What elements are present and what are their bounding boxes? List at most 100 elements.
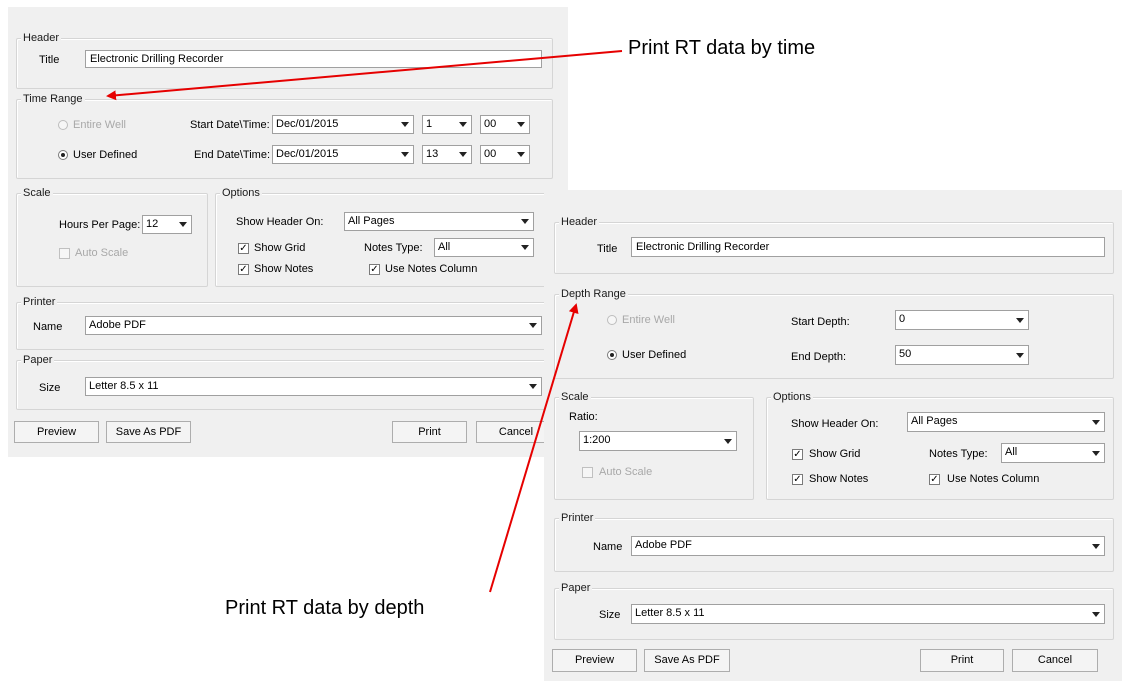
notes-type-select[interactable]: All [1001,443,1105,463]
save-as-pdf-button[interactable]: Save As PDF [106,421,191,443]
end-depth-select[interactable]: 50 [895,345,1029,365]
start-date-select[interactable]: Dec/01/2015 [272,115,414,134]
notes-type-label: Notes Type: [929,448,988,460]
chevron-down-icon[interactable] [1013,347,1027,363]
chevron-down-icon[interactable] [526,379,540,394]
paper-size-value: Letter 8.5 x 11 [635,607,705,619]
printer-legend: Printer [559,512,596,525]
show-header-on-select[interactable]: All Pages [907,412,1105,432]
depth-range-group: Depth Range Entire Well User Defined Sta… [554,288,1114,379]
options-legend: Options [220,187,262,200]
chevron-down-icon[interactable] [514,147,528,162]
chevron-down-icon[interactable] [1089,445,1103,461]
radio-selected-dot [61,153,65,157]
chevron-down-icon[interactable] [456,117,470,132]
use-notes-column-checkbox[interactable]: ✓ [929,474,940,485]
chevron-down-icon[interactable] [1089,606,1103,622]
time-range-group: Time Range Entire Well User Defined Star… [16,93,553,179]
notes-type-select[interactable]: All [434,238,534,257]
chevron-down-icon[interactable] [526,318,540,333]
header-legend: Header [559,216,600,229]
chevron-down-icon[interactable] [398,117,412,132]
show-notes-checkbox[interactable]: ✓ [792,474,803,485]
title-input[interactable]: Electronic Drilling Recorder [631,237,1105,257]
preview-button[interactable]: Preview [14,421,99,443]
notes-type-value: All [438,241,451,253]
start-minute-select[interactable]: 00 [480,115,530,134]
user-defined-label: User Defined [622,349,687,361]
print-button[interactable]: Print [920,649,1004,672]
hours-per-page-select[interactable]: 12 [142,215,192,234]
paper-size-select[interactable]: Letter 8.5 x 11 [631,604,1105,624]
entire-well-radio[interactable] [58,120,68,130]
auto-scale-checkbox[interactable] [59,248,70,259]
end-depth-label: End Depth: [791,351,847,363]
save-as-pdf-button[interactable]: Save As PDF [644,649,730,672]
printer-select[interactable]: Adobe PDF [631,536,1105,556]
time-range-legend: Time Range [21,93,85,106]
chevron-down-icon[interactable] [518,214,532,229]
title-input[interactable]: Electronic Drilling Recorder [85,50,542,68]
header-group: Header Title Electronic Drilling Recorde… [16,32,553,89]
printer-group: Printer Name Adobe PDF [554,512,1114,572]
show-grid-checkbox[interactable]: ✓ [792,449,803,460]
show-notes-checkbox[interactable]: ✓ [238,264,249,275]
paper-group: Paper Size Letter 8.5 x 11 [16,354,553,410]
paper-size-label: Size [599,609,621,621]
title-label: Title [597,243,618,255]
entire-well-label: Entire Well [622,314,675,326]
start-hour-value: 1 [426,118,433,130]
header-legend: Header [21,32,62,45]
preview-button[interactable]: Preview [552,649,637,672]
paper-size-select[interactable]: Letter 8.5 x 11 [85,377,542,396]
print-button[interactable]: Print [392,421,467,443]
end-date-select[interactable]: Dec/01/2015 [272,145,414,164]
chevron-down-icon[interactable] [1089,414,1103,430]
start-hour-select[interactable]: 1 [422,115,472,134]
title-value: Electronic Drilling Recorder [636,241,770,253]
auto-scale-label: Auto Scale [599,466,653,478]
scale-legend: Scale [559,391,591,404]
ratio-select[interactable]: 1:200 [579,431,737,451]
cancel-button[interactable]: Cancel [1012,649,1098,672]
end-minute-select[interactable]: 00 [480,145,530,164]
entire-well-label: Entire Well [73,119,126,131]
print-by-depth-dialog: Header Title Electronic Drilling Recorde… [544,190,1122,681]
show-notes-label: Show Notes [809,473,869,485]
ratio-value: 1:200 [583,434,611,446]
user-defined-radio[interactable] [607,350,617,360]
printer-value: Adobe PDF [89,319,146,331]
chevron-down-icon[interactable] [456,147,470,162]
user-defined-radio[interactable] [58,150,68,160]
show-header-on-value: All Pages [911,415,958,427]
start-depth-select[interactable]: 0 [895,310,1029,330]
chevron-down-icon[interactable] [514,117,528,132]
end-date-value: Dec/01/2015 [276,148,339,160]
chevron-down-icon[interactable] [518,240,532,255]
options-group: Options Show Header On: All Pages ✓ Show… [766,391,1114,500]
show-header-on-value: All Pages [348,215,395,227]
hours-per-page-value: 12 [146,218,159,230]
entire-well-radio[interactable] [607,315,617,325]
auto-scale-label: Auto Scale [75,247,129,259]
chevron-down-icon[interactable] [176,217,190,232]
chevron-down-icon[interactable] [1013,312,1027,328]
options-group: Options Show Header On: All Pages ✓ Show… [215,187,553,287]
chevron-down-icon[interactable] [398,147,412,162]
start-depth-value: 0 [899,313,906,325]
auto-scale-checkbox[interactable] [582,467,593,478]
header-group: Header Title Electronic Drilling Recorde… [554,216,1114,274]
show-header-on-select[interactable]: All Pages [344,212,534,231]
use-notes-column-checkbox[interactable]: ✓ [369,264,380,275]
show-grid-checkbox[interactable]: ✓ [238,243,249,254]
hours-per-page-label: Hours Per Page: [59,219,141,231]
printer-select[interactable]: Adobe PDF [85,316,542,335]
end-hour-select[interactable]: 13 [422,145,472,164]
show-grid-label: Show Grid [254,242,306,254]
depth-range-legend: Depth Range [559,288,628,301]
start-date-value: Dec/01/2015 [276,118,339,130]
end-hour-value: 13 [426,148,439,160]
chevron-down-icon[interactable] [721,433,735,449]
chevron-down-icon[interactable] [1089,538,1103,554]
ratio-label: Ratio: [569,411,598,423]
